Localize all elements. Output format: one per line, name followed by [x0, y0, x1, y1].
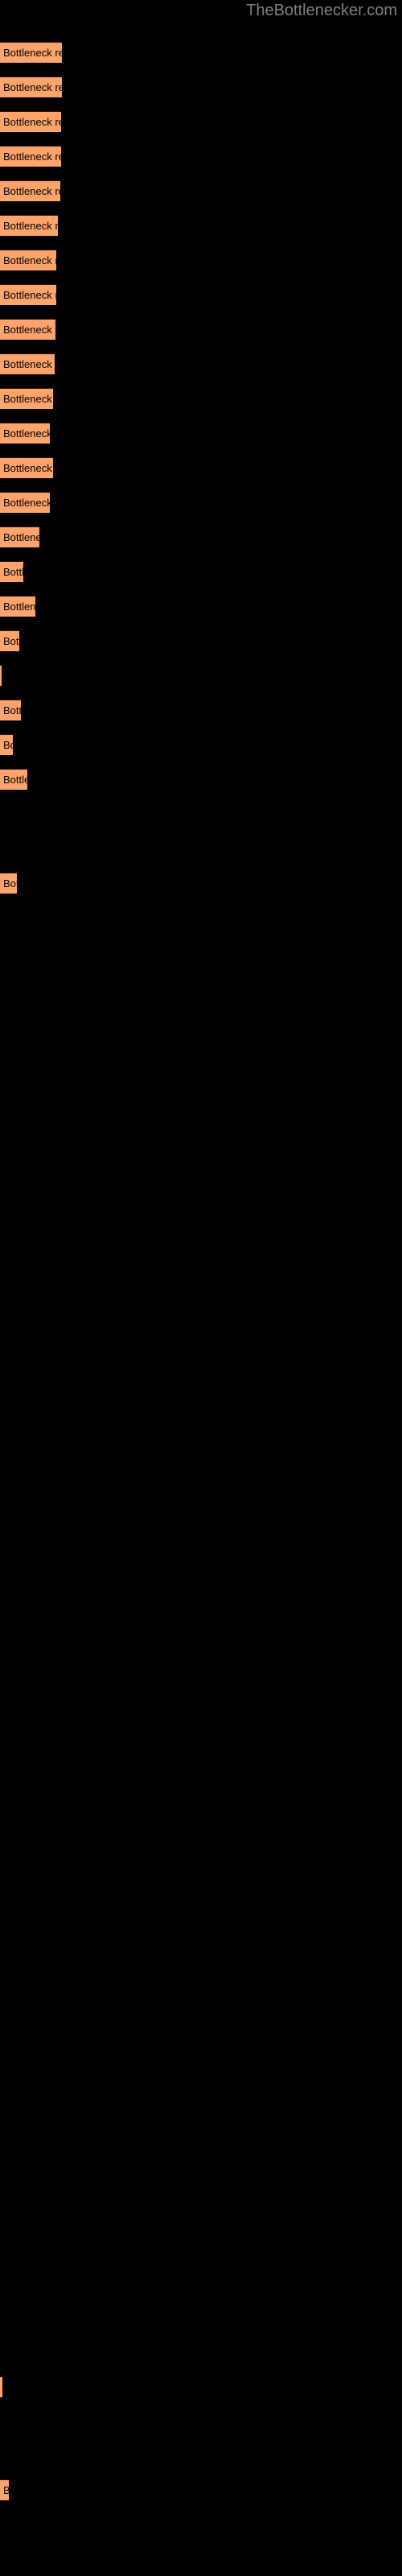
bar[interactable]: Bottleneck result	[0, 215, 58, 236]
bar[interactable]: Bottleneck result	[0, 319, 55, 340]
bar-label: Bottleneck result	[3, 601, 35, 613]
bar-label: Bottleneck result	[3, 324, 55, 336]
bar[interactable]: Bottleneck result	[0, 250, 56, 270]
bar-label: Bottleneck result	[3, 185, 60, 197]
bar-label: Bottleneck result	[3, 289, 56, 301]
bar-label: Bottleneck result	[3, 2483, 9, 2498]
bar[interactable]: Bottleneck result	[0, 353, 55, 374]
bar[interactable]: Bottleneck result	[0, 2479, 9, 2500]
bar-label: Bottleneck result	[3, 116, 61, 128]
bar[interactable]: Bottleneck result	[0, 526, 39, 547]
bar[interactable]: Bottleneck result	[0, 284, 56, 305]
bar-label: Bottleneck result	[3, 877, 17, 890]
bar[interactable]: Bottleneck result	[0, 146, 61, 167]
bar[interactable]: Bottleneck result	[0, 561, 23, 582]
bar-label: Bottleneck result	[3, 427, 50, 440]
bar-label: Bottleneck result	[3, 81, 62, 93]
bar[interactable]: Bottleneck result	[0, 492, 50, 513]
bar-label: Bottleneck result	[3, 774, 27, 786]
bar-label: Bottleneck result	[3, 704, 21, 716]
bar[interactable]: Bottleneck result	[0, 596, 35, 617]
bar-label: Bottleneck result	[3, 358, 55, 370]
bar[interactable]: Bottleneck result	[0, 423, 50, 444]
bar[interactable]: Bottleneck result	[0, 42, 62, 63]
bar-label: Bottleneck result	[3, 220, 58, 232]
bar[interactable]: Bottleneck result	[0, 457, 53, 478]
bar[interactable]: Bottleneck result	[0, 700, 21, 720]
bar-label: Bottleneck result	[3, 497, 50, 509]
bar-label: Bottleneck result	[3, 462, 53, 474]
bottleneck-bar-chart: Bottleneck result Bottleneck result Bottle…	[0, 0, 402, 2576]
bar[interactable]: Bottleneck result	[0, 388, 53, 409]
bar[interactable]: Bottleneck result	[0, 665, 2, 686]
bar[interactable]: Bottleneck result	[0, 630, 19, 651]
bar-label: Bottleneck result	[3, 566, 23, 578]
bar[interactable]: Bottleneck result	[0, 769, 27, 790]
bar-label: Bottleneck result	[3, 254, 56, 266]
bar[interactable]: Bottleneck result	[0, 2376, 2, 2397]
bar-label: Bottleneck result	[3, 393, 53, 405]
bar-label: Bottleneck result	[3, 531, 39, 543]
bar[interactable]: Bottleneck result	[0, 76, 62, 97]
bar-label: Bottleneck result	[3, 635, 19, 647]
bar[interactable]: Bottleneck result	[0, 734, 13, 755]
bar-label: Bottleneck result	[3, 739, 13, 751]
bar[interactable]: Bottleneck result	[0, 111, 61, 132]
bar-label: Bottleneck result	[3, 151, 61, 163]
bar-label: Bottleneck result	[3, 47, 62, 59]
bar[interactable]: Bottleneck result	[0, 180, 60, 201]
bar[interactable]: Bottleneck result	[0, 873, 17, 894]
